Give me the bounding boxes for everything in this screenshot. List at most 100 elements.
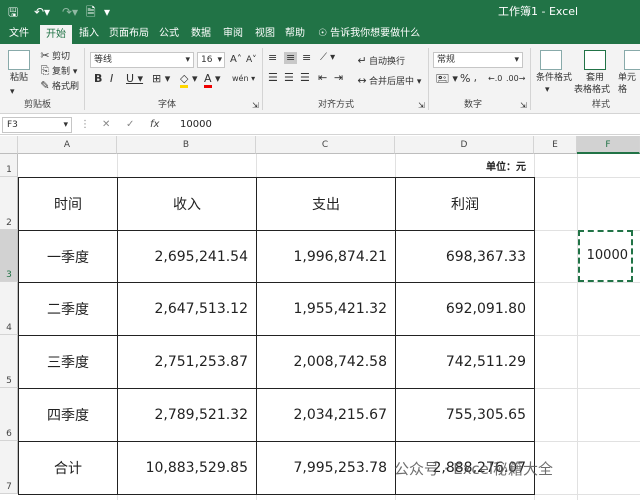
- number-format-dropdown[interactable]: 常规 ▾: [433, 52, 523, 68]
- expense-cell[interactable]: 2,008,742.58: [256, 335, 396, 389]
- expense-cell[interactable]: 7,995,253.78: [256, 441, 396, 495]
- row-header-7[interactable]: 7: [0, 441, 18, 494]
- tell-me-search[interactable]: ☉ 告诉我你想要做什么: [318, 24, 420, 44]
- profit-cell[interactable]: 755,305.65: [395, 388, 535, 442]
- more-options-icon[interactable]: ⋮: [80, 117, 90, 133]
- comma-style-icon[interactable]: ⸴: [474, 73, 477, 85]
- profit-cell[interactable]: 742,511.29: [395, 335, 535, 389]
- header-cell[interactable]: 利润: [395, 177, 535, 231]
- format-as-table-line1[interactable]: 套用: [586, 72, 604, 84]
- align-top-icon[interactable]: ≡: [268, 52, 277, 64]
- period-cell[interactable]: 四季度: [18, 388, 118, 442]
- dialog-launcher-icon[interactable]: ⇲: [520, 100, 527, 112]
- column-header-e[interactable]: E: [534, 136, 577, 154]
- tab-home[interactable]: 开始: [40, 25, 72, 44]
- decrease-decimal-icon[interactable]: .00→: [506, 73, 525, 85]
- row-header-3[interactable]: 3: [0, 230, 18, 282]
- column-header-c[interactable]: C: [256, 136, 395, 154]
- expense-cell[interactable]: 2,034,215.67: [256, 388, 396, 442]
- formula-input[interactable]: 10000: [180, 117, 212, 133]
- font-color-icon[interactable]: A ▾: [204, 72, 221, 88]
- conditional-formatting-icon[interactable]: [540, 50, 562, 70]
- column-header-f[interactable]: F: [577, 136, 640, 154]
- expense-cell[interactable]: 1,955,421.32: [256, 282, 396, 336]
- wrap-text-button[interactable]: ↵ 自动换行: [355, 54, 405, 68]
- row-header-5[interactable]: 5: [0, 335, 18, 388]
- decrease-indent-icon[interactable]: ⇤: [318, 72, 327, 84]
- borders-icon[interactable]: ⊞ ▾: [152, 73, 170, 85]
- increase-font-icon[interactable]: A˄: [230, 54, 242, 66]
- tab-file[interactable]: 文件: [4, 24, 34, 44]
- save-icon[interactable]: 🖫: [8, 4, 18, 20]
- header-cell[interactable]: 收入: [117, 177, 257, 231]
- format-as-table-icon[interactable]: [584, 50, 606, 70]
- conditional-formatting-dropdown-icon[interactable]: ▾: [545, 84, 550, 96]
- column-header-b[interactable]: B: [117, 136, 256, 154]
- format-as-table-button[interactable]: 表格格式: [574, 84, 610, 96]
- row-header-2[interactable]: 2: [0, 177, 18, 230]
- cell-styles-icon[interactable]: [624, 50, 640, 70]
- income-cell[interactable]: 2,647,513.12: [117, 282, 257, 336]
- format-painter-button[interactable]: ✎ 格式刷: [38, 79, 79, 93]
- align-middle-icon[interactable]: ≡: [284, 52, 298, 64]
- profit-cell[interactable]: 698,367.33: [395, 230, 535, 283]
- tab-insert[interactable]: 插入: [76, 24, 102, 44]
- tab-data[interactable]: 数据: [188, 24, 214, 44]
- income-cell[interactable]: 2,751,253.87: [117, 335, 257, 389]
- row-header-4[interactable]: 4: [0, 282, 18, 335]
- font-size-dropdown[interactable]: 16 ▾: [197, 52, 225, 68]
- increase-decimal-icon[interactable]: ←.0: [488, 73, 502, 85]
- decrease-font-icon[interactable]: A˅: [246, 54, 257, 66]
- customize-quick-access-icon[interactable]: ▾: [104, 4, 110, 20]
- underline-icon[interactable]: U ▾: [126, 73, 143, 85]
- select-all-corner[interactable]: [0, 136, 18, 154]
- accounting-format-icon[interactable]: 🖭 ▾: [436, 73, 458, 85]
- income-cell[interactable]: 2,789,521.32: [117, 388, 257, 442]
- insert-function-icon[interactable]: fx: [150, 117, 159, 133]
- profit-cell[interactable]: 692,091.80: [395, 282, 535, 336]
- paste-dropdown-icon[interactable]: ▾: [10, 86, 15, 98]
- bold-icon[interactable]: B: [94, 73, 102, 85]
- cell-styles-button[interactable]: 单元格: [618, 72, 640, 96]
- column-header-d[interactable]: D: [395, 136, 534, 154]
- align-right-icon[interactable]: ☰: [300, 72, 310, 84]
- header-cell[interactable]: 时间: [18, 177, 118, 231]
- align-center-icon[interactable]: ☰: [284, 72, 294, 84]
- align-left-icon[interactable]: ☰: [268, 72, 278, 84]
- conditional-formatting-button[interactable]: 条件格式: [536, 72, 572, 84]
- increase-indent-icon[interactable]: ⇥: [334, 72, 343, 84]
- income-cell[interactable]: 10,883,529.85: [117, 441, 257, 495]
- tab-help[interactable]: 帮助: [282, 24, 308, 44]
- paste-icon[interactable]: [8, 50, 30, 70]
- tab-view[interactable]: 视图: [252, 24, 278, 44]
- phonetic-icon[interactable]: wén ▾: [232, 73, 255, 85]
- period-cell[interactable]: 合计: [18, 441, 118, 495]
- header-cell[interactable]: 支出: [256, 177, 396, 231]
- dialog-launcher-icon[interactable]: ⇲: [418, 100, 425, 112]
- period-cell[interactable]: 一季度: [18, 230, 118, 283]
- copy-button[interactable]: ⎘ 复制 ▾: [38, 64, 78, 78]
- font-name-dropdown[interactable]: 等线 ▾: [90, 52, 194, 68]
- worksheet[interactable]: A B C D E F 1 2 3 4 5 6 7 单位：元 时间 收入 支出 …: [0, 136, 640, 500]
- row-header-6[interactable]: 6: [0, 388, 18, 441]
- redo-icon[interactable]: ↷▾: [62, 4, 78, 20]
- expense-cell[interactable]: 1,996,874.21: [256, 230, 396, 283]
- enter-icon[interactable]: ✓: [126, 117, 134, 133]
- cancel-icon[interactable]: ✕: [102, 117, 110, 133]
- period-cell[interactable]: 三季度: [18, 335, 118, 389]
- merge-center-button[interactable]: ↔ 合并后居中 ▾: [355, 74, 421, 88]
- tab-review[interactable]: 审阅: [220, 24, 246, 44]
- italic-icon[interactable]: I: [110, 73, 113, 85]
- dialog-launcher-icon[interactable]: ⇲: [252, 100, 259, 112]
- new-file-icon[interactable]: 🗎: [86, 4, 96, 20]
- orientation-icon[interactable]: ⟋ ▾: [320, 52, 335, 64]
- selected-cell-f3[interactable]: 10000: [578, 230, 633, 282]
- align-bottom-icon[interactable]: ≡: [302, 52, 311, 64]
- name-box[interactable]: F3 ▾: [2, 117, 72, 133]
- paste-button[interactable]: 粘贴: [10, 72, 28, 84]
- cut-button[interactable]: ✂ 剪切: [38, 49, 70, 63]
- fill-color-icon[interactable]: ◇ ▾: [180, 72, 198, 88]
- income-cell[interactable]: 2,695,241.54: [117, 230, 257, 283]
- period-cell[interactable]: 二季度: [18, 282, 118, 336]
- row-header-1[interactable]: 1: [0, 154, 18, 177]
